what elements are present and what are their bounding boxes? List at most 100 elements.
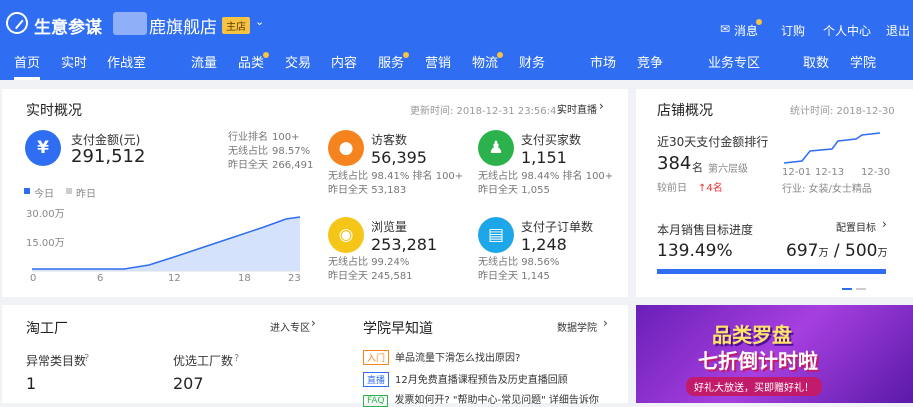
goal-title: 本月销售目标进度 xyxy=(657,223,754,237)
chevron-right-icon[interactable]: › xyxy=(882,217,887,231)
pv-stats: 无线占比 99.24% 昨日全天 245,581 xyxy=(328,256,413,284)
stat-value: 245,581 xyxy=(371,271,413,282)
carousel-dot[interactable] xyxy=(856,288,866,290)
carousel-dot[interactable] xyxy=(842,288,852,290)
nav-marketing[interactable]: 营销 xyxy=(425,52,451,71)
chevron-right-icon[interactable]: › xyxy=(311,316,316,330)
buyers-label: 支付买家数 xyxy=(521,133,582,147)
stat-label: 无线占比 xyxy=(328,171,368,182)
stat-value: 98.41% xyxy=(371,171,410,182)
nav-logistics[interactable]: 物流 xyxy=(472,52,498,71)
chevron-right-icon[interactable]: › xyxy=(599,99,604,113)
x-tick: 0 xyxy=(30,273,37,284)
data-academy-link[interactable]: 数据学院 xyxy=(557,319,597,334)
mail-icon[interactable]: ✉ xyxy=(720,22,730,36)
chevron-down-icon[interactable]: ⌄ xyxy=(255,15,264,28)
item-text: 发票如何开? "帮助中心-常见问题" 详细告诉你 xyxy=(394,395,599,406)
buyers-value: 1,151 xyxy=(521,148,567,167)
nav-market[interactable]: 市场 xyxy=(590,52,616,71)
tag: FAQ xyxy=(363,395,389,407)
target: 500 xyxy=(845,241,878,261)
rank-value: 100+ xyxy=(272,132,300,143)
brand-title: 生意参谋 xyxy=(34,18,102,38)
x-tick: 18 xyxy=(238,273,251,284)
bottom-card: 淘工厂 进入专区 › 异常类目数 ? 1 优选工厂数 ? 207 学院早知道 数… xyxy=(2,305,628,407)
help-icon[interactable]: ? xyxy=(84,353,89,364)
logout-link[interactable]: 退出 xyxy=(886,22,910,39)
buyers-stats: 无线占比 98.44% 排名 100+ 昨日全天 1,055 xyxy=(478,170,613,198)
enter-zone-link[interactable]: 进入专区 xyxy=(270,319,310,334)
sep: / xyxy=(828,241,845,261)
nav-dot xyxy=(497,52,503,58)
paw-icon: ● xyxy=(328,130,364,166)
realtime-card: 实时概况 更新时间: 2018-12-31 23:56:43 实时直播 › ¥ … xyxy=(2,89,628,297)
promo-text: 好礼大放送，买即赠好礼！ xyxy=(686,377,822,396)
config-goal-link[interactable]: 配置目标 xyxy=(836,219,876,234)
eye-icon: ◉ xyxy=(328,217,364,253)
stat-value: 1,145 xyxy=(521,271,550,282)
realtime-chart xyxy=(32,216,301,272)
stat-value: 53,183 xyxy=(371,185,407,196)
nav-warroom[interactable]: 作战室 xyxy=(107,52,146,71)
nav-category[interactable]: 品类 xyxy=(238,52,264,71)
rank-x: 12-30 xyxy=(861,167,891,178)
industry: 行业: 女装/女士精品 xyxy=(782,184,872,195)
nav-data[interactable]: 取数 xyxy=(803,52,829,71)
academy-item[interactable]: 入门 单品流量下滑怎么找出原因? xyxy=(363,349,520,365)
rank-level: 第六层级 xyxy=(708,164,748,175)
stat-label: 无线占比 xyxy=(328,257,368,268)
wx-label: 无线占比 xyxy=(228,146,268,157)
optimal-label: 优选工厂数 xyxy=(173,354,234,368)
legend-today-swatch xyxy=(24,188,30,194)
stat-value: 99.24% xyxy=(371,257,410,268)
rank-unit: 名 xyxy=(692,161,703,174)
nav-dot xyxy=(263,52,269,58)
abnormal-value: 1 xyxy=(26,374,37,393)
nav-compete[interactable]: 竞争 xyxy=(637,52,663,71)
nav-realtime[interactable]: 实时 xyxy=(61,52,87,71)
academy-item[interactable]: FAQ 发票如何开? "帮助中心-常见问题" 详细告诉你 xyxy=(363,391,599,407)
yday-label: 昨日全天 xyxy=(228,160,268,171)
nav-business[interactable]: 业务专区 xyxy=(708,52,760,71)
shop-avatar xyxy=(113,12,147,35)
legend-today: 今日 xyxy=(34,189,54,200)
nav-academy[interactable]: 学院 xyxy=(850,52,876,71)
nav-finance[interactable]: 财务 xyxy=(519,52,545,71)
academy-item[interactable]: 直播 12月免费直播课程预告及历史直播回顾 xyxy=(363,371,568,387)
pv-value: 253,281 xyxy=(371,235,438,254)
pay-value: 291,512 xyxy=(71,146,146,167)
live-link[interactable]: 实时直播 xyxy=(557,101,597,116)
main-shop-badge: 主店 xyxy=(222,17,250,34)
orders-value: 1,248 xyxy=(521,235,567,254)
yuan-icon: ¥ xyxy=(25,130,61,166)
help-icon[interactable]: ? xyxy=(234,353,239,364)
nav-content[interactable]: 内容 xyxy=(331,52,357,71)
item-text: 12月免费直播课程预告及历史直播回顾 xyxy=(395,375,568,386)
x-tick: 6 xyxy=(97,273,104,284)
x-tick: 23 xyxy=(288,273,301,284)
rank-title: 近30天支付金额排行 xyxy=(657,135,769,149)
optimal-value: 207 xyxy=(173,374,204,393)
nav-home[interactable]: 首页 xyxy=(14,52,41,80)
stat-label: 昨日全天 xyxy=(478,271,518,282)
nav-trade[interactable]: 交易 xyxy=(285,52,311,71)
shop-name[interactable]: 鹿旗舰店 xyxy=(149,13,217,38)
unit: 万 xyxy=(877,248,888,259)
order-link[interactable]: 订购 xyxy=(781,22,805,39)
rank-chart xyxy=(783,132,881,164)
nav-traffic[interactable]: 流量 xyxy=(191,52,217,71)
shop-title: 店铺概况 xyxy=(657,103,713,119)
main-nav: 首页 实时 作战室 流量 品类 交易 内容 服务 营销 物流 财务 市场 竞争 … xyxy=(0,46,913,80)
chevron-right-icon[interactable]: › xyxy=(603,316,608,330)
promo-banner[interactable]: 品类罗盘 七折倒计时啦 好礼大放送，买即赠好礼！ xyxy=(636,305,913,403)
stat-label: 昨日全天 xyxy=(328,185,368,196)
wx-value: 98.57% xyxy=(272,146,311,157)
nav-service[interactable]: 服务 xyxy=(378,52,404,71)
legend-yday-swatch xyxy=(66,188,72,194)
document-icon: ▤ xyxy=(478,217,514,253)
stat-label: 昨日全天 xyxy=(328,271,368,282)
goal-amount: 697万 / 500万 xyxy=(786,241,887,261)
rank-label: 行业排名 xyxy=(228,132,268,143)
message-link[interactable]: 消息 xyxy=(734,22,758,39)
user-center-link[interactable]: 个人中心 xyxy=(823,22,871,39)
